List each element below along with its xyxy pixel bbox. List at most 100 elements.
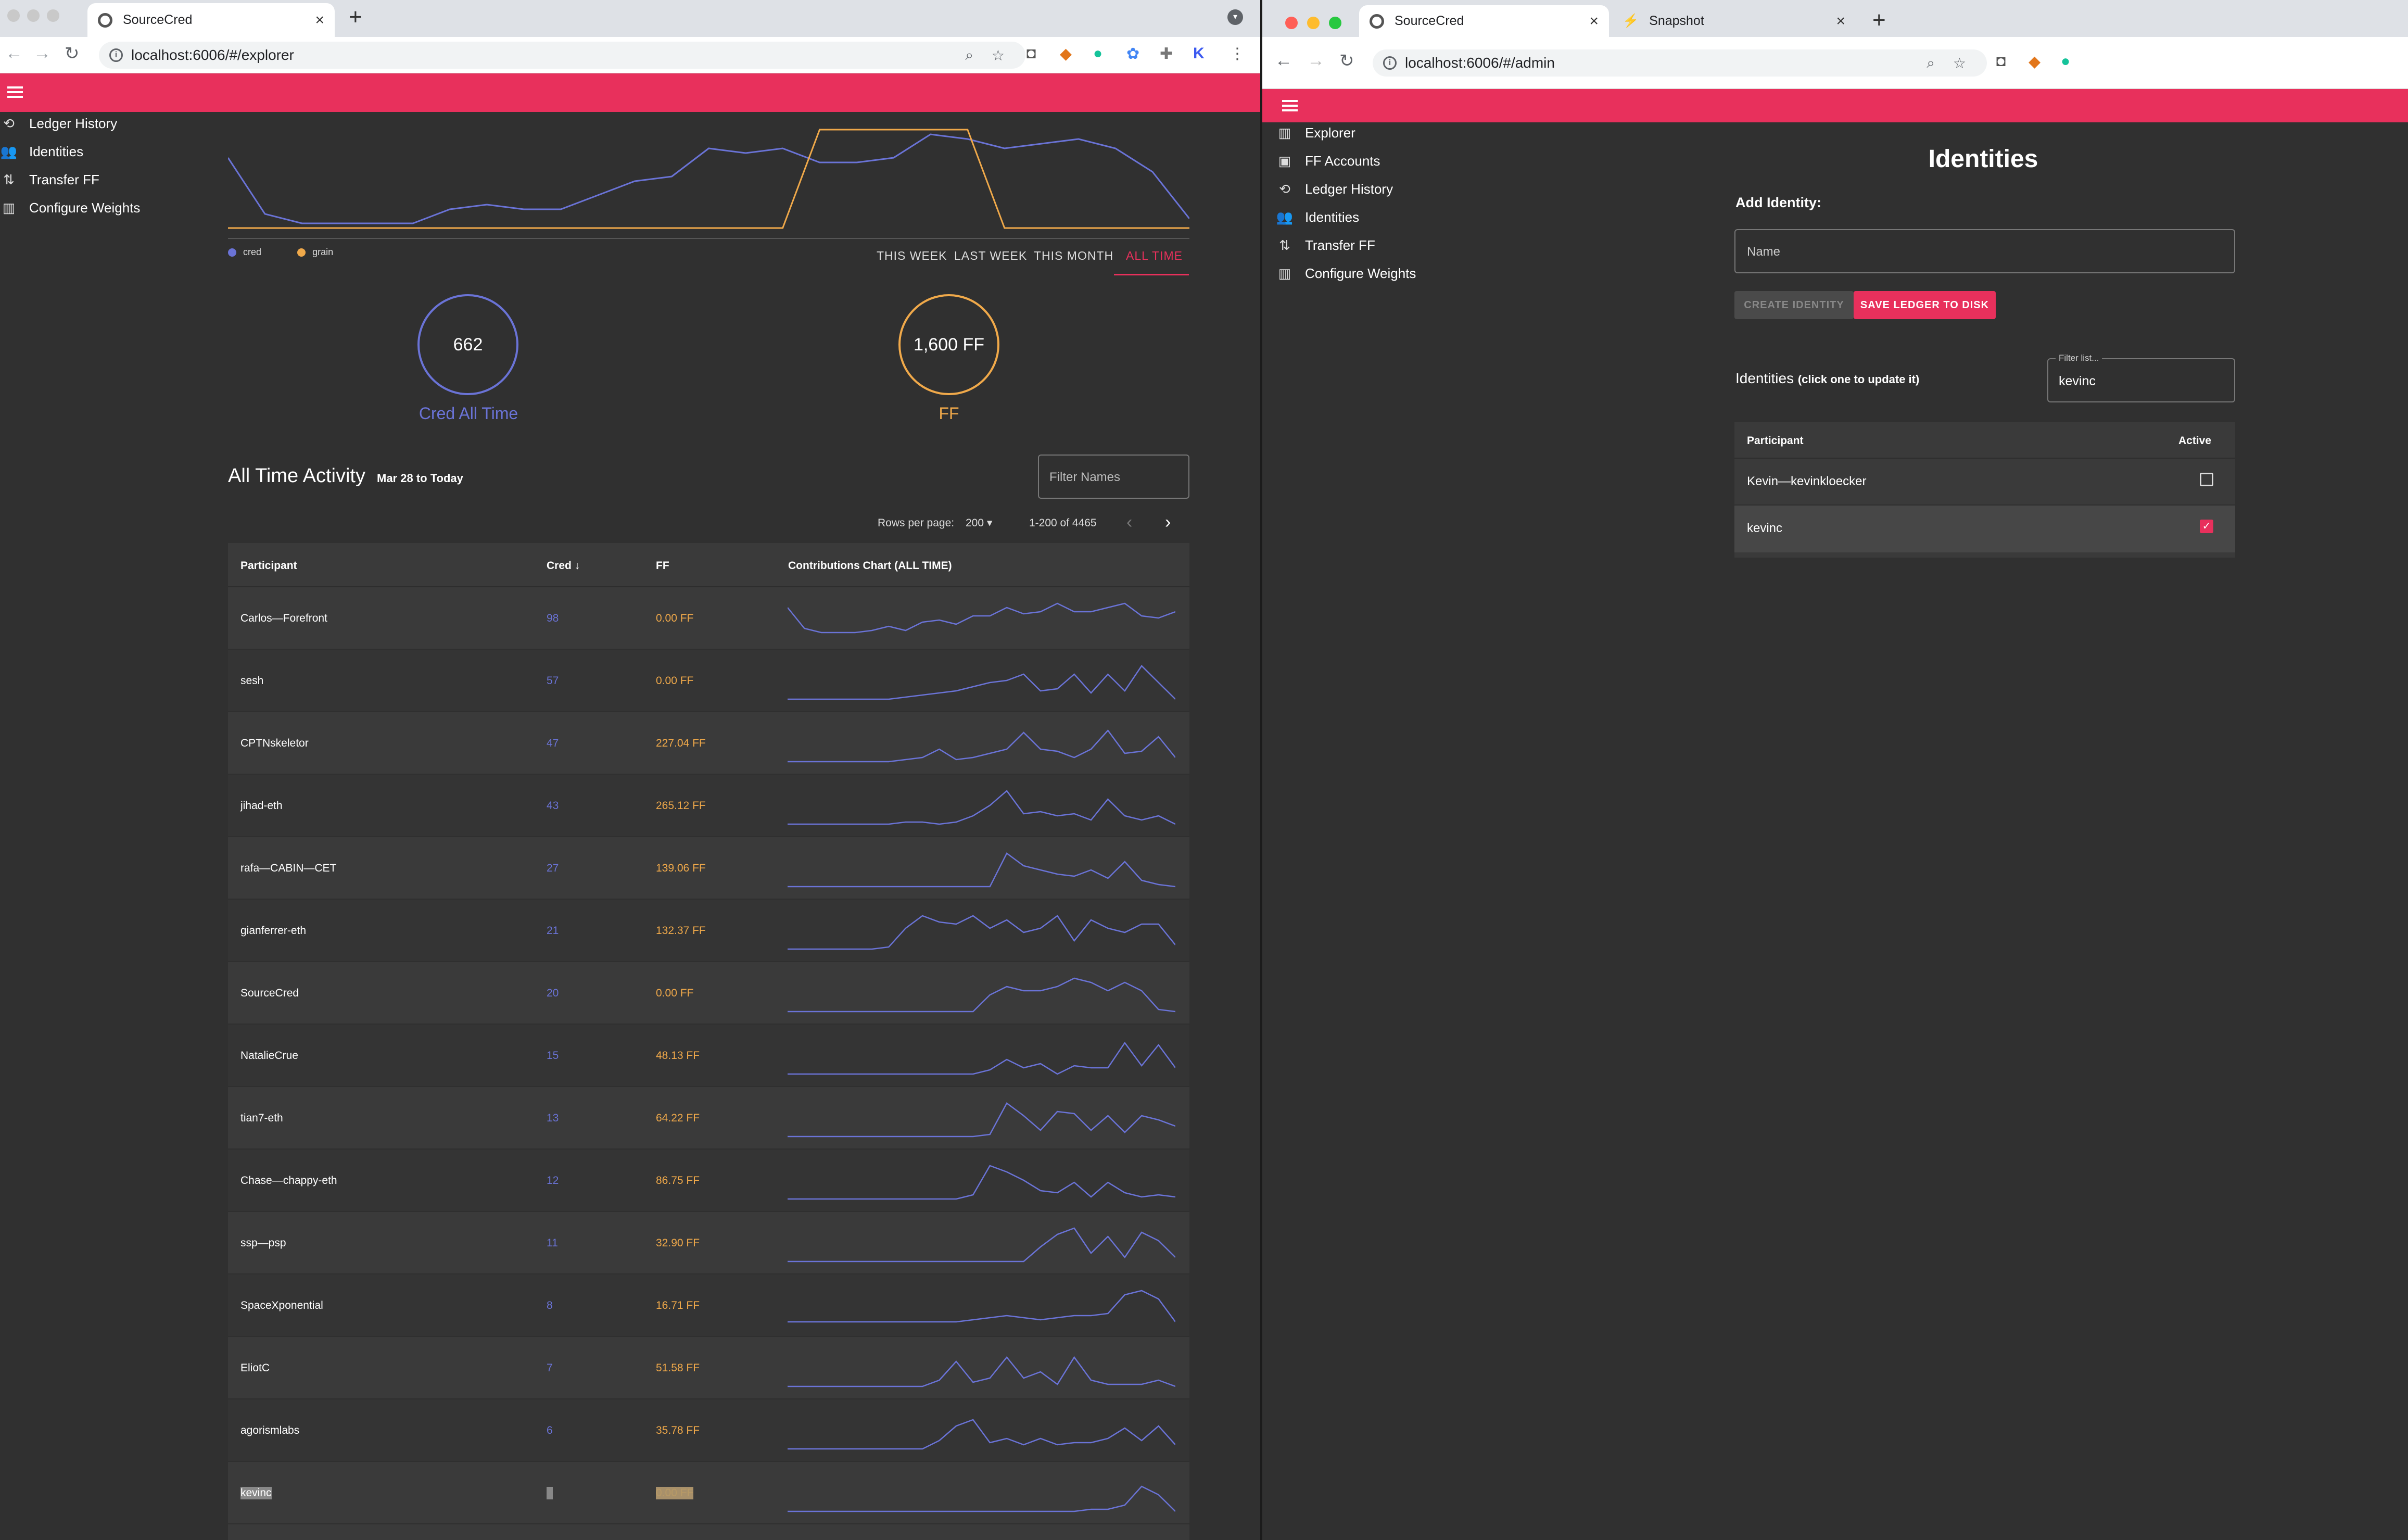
identity-name-input[interactable]: Name xyxy=(1734,229,2235,273)
back-icon[interactable]: ← xyxy=(5,43,23,64)
sidebar-item-explorer[interactable]: ▥ Explorer xyxy=(1276,125,1355,141)
new-tab-icon[interactable]: + xyxy=(349,4,362,30)
reload-icon[interactable]: ↻ xyxy=(65,43,80,64)
table-row[interactable]: kevinc ✓ xyxy=(1734,506,2235,552)
sidebar-item-ledger-history[interactable]: ⟲ Ledger History xyxy=(0,116,117,132)
minimize-window-dot[interactable] xyxy=(1307,17,1320,29)
col-ff[interactable]: FF xyxy=(656,560,669,572)
browser-tab-snapshot[interactable]: ⚡ Snapshot × xyxy=(1611,5,1856,37)
sidebar-item-configure-weights[interactable]: ▥ Configure Weights xyxy=(0,200,141,216)
table-row[interactable]: tian7-eth 13 64.22 FF xyxy=(228,1087,1189,1150)
participant-name[interactable]: ssp—psp xyxy=(240,1237,286,1249)
bookmark-star-icon[interactable]: ☆ xyxy=(1953,55,1966,72)
table-row[interactable]: SourceCred 20 0.00 FF xyxy=(228,962,1189,1025)
grammarly-icon[interactable]: ● xyxy=(2061,53,2070,70)
col-cred[interactable]: Cred ↓ xyxy=(547,560,580,572)
table-row[interactable]: ssp—psp 11 32.90 FF xyxy=(228,1212,1189,1274)
table-row[interactable]: gianferrer-eth 21 132.37 FF xyxy=(228,900,1189,962)
site-info-icon[interactable]: i xyxy=(1383,56,1397,70)
filter-names-input[interactable]: Filter Names xyxy=(1038,455,1189,499)
metamask-icon[interactable]: ◆ xyxy=(2029,53,2041,71)
table-row[interactable]: NatalieCrue 15 48.13 FF xyxy=(228,1025,1189,1087)
prev-page-icon[interactable]: ‹ xyxy=(1126,512,1132,533)
tab-search-icon[interactable]: ▾ xyxy=(1227,9,1243,25)
participant-name[interactable]: Carlos—Forefront xyxy=(240,612,327,625)
zoom-window-dot[interactable] xyxy=(1329,17,1341,29)
table-row[interactable]: Chase—chappy-eth 12 86.75 FF xyxy=(228,1150,1189,1212)
extensions-puzzle-icon[interactable]: ✚ xyxy=(1160,45,1173,63)
site-info-icon[interactable]: i xyxy=(109,48,123,62)
close-tab-icon[interactable]: × xyxy=(1836,12,1845,30)
table-row[interactable]: rafa—CABIN—CET 27 139.06 FF xyxy=(228,837,1189,900)
participant-name[interactable]: rafa—CABIN—CET xyxy=(240,862,336,875)
close-window-dot[interactable] xyxy=(7,9,20,22)
tab-this-week[interactable]: THIS WEEK xyxy=(877,249,947,263)
forward-icon[interactable]: → xyxy=(1307,51,1325,71)
bookmark-star-icon[interactable]: ☆ xyxy=(992,47,1005,64)
sidebar-item-ledger-history[interactable]: ⟲ Ledger History xyxy=(1276,181,1393,197)
sidebar-item-transfer-ff[interactable]: ⇅ Transfer FF xyxy=(0,172,99,188)
filter-list-input[interactable]: Filter list... kevinc xyxy=(2047,353,2235,402)
menu-hamburger-icon[interactable] xyxy=(1282,97,1298,113)
col-participant[interactable]: Participant xyxy=(240,560,297,572)
next-page-icon[interactable]: › xyxy=(1165,512,1171,533)
zoom-icon[interactable]: ⌕ xyxy=(965,47,973,64)
participant-name[interactable]: Chase—chappy-eth xyxy=(240,1175,337,1187)
metamask-icon[interactable]: ◆ xyxy=(1060,45,1072,63)
grammarly-icon[interactable]: ● xyxy=(1093,45,1102,62)
chrome-menu-icon[interactable]: ⋮ xyxy=(1230,45,1245,63)
participant-name[interactable]: EliotC xyxy=(240,1362,270,1374)
sidebar-item-configure-weights[interactable]: ▥ Configure Weights xyxy=(1276,266,1416,282)
forward-icon[interactable]: → xyxy=(33,43,51,64)
tab-last-week[interactable]: LAST WEEK xyxy=(954,249,1027,263)
sidebar-item-identities[interactable]: 👥 Identities xyxy=(0,144,83,160)
browser-tab-sourcecred[interactable]: SourceCred × xyxy=(87,3,335,37)
zoom-window-dot[interactable] xyxy=(47,9,59,22)
zoom-icon[interactable]: ⌕ xyxy=(1927,55,1935,72)
table-row[interactable]: EliotC 7 51.58 FF xyxy=(228,1337,1189,1399)
table-row[interactable]: CPTNskeletor 47 227.04 FF xyxy=(228,712,1189,775)
table-row[interactable]: sesh 57 0.00 FF xyxy=(228,650,1189,712)
participant-name[interactable]: SpaceXponential xyxy=(240,1299,323,1312)
active-checkbox[interactable] xyxy=(2200,473,2213,486)
create-identity-button[interactable]: CREATE IDENTITY xyxy=(1734,291,1854,319)
minimize-window-dot[interactable] xyxy=(27,9,40,22)
back-icon[interactable]: ← xyxy=(1275,51,1292,71)
browser-tab-sourcecred[interactable]: SourceCred × xyxy=(1359,5,1609,37)
close-tab-icon[interactable]: × xyxy=(1589,12,1599,30)
participant-name[interactable]: sesh xyxy=(240,675,263,687)
table-row[interactable]: agorismlabs 6 35.78 FF xyxy=(228,1399,1189,1462)
color-extension-icon[interactable]: ✿ xyxy=(1126,45,1139,63)
table-row[interactable]: SpaceXponential 8 16.71 FF xyxy=(228,1274,1189,1337)
table-row[interactable]: jihad-eth 43 265.12 FF xyxy=(228,775,1189,837)
participant-name[interactable]: SourceCred xyxy=(240,987,299,1000)
participant-name[interactable]: gianferrer-eth xyxy=(240,925,306,937)
participant-name[interactable]: agorismlabs xyxy=(240,1424,299,1437)
reload-icon[interactable]: ↻ xyxy=(1339,51,1354,71)
table-row[interactable]: Carlos—Forefront 98 0.00 FF xyxy=(228,587,1189,650)
participant-name[interactable]: kevinc xyxy=(240,1487,272,1499)
pocket-icon[interactable]: ◘ xyxy=(1996,53,2006,70)
active-checkbox-checked[interactable]: ✓ xyxy=(2200,520,2213,533)
participant-name[interactable]: NatalieCrue xyxy=(240,1050,298,1062)
address-bar[interactable]: i localhost:6006/#/admin ⌕ ☆ xyxy=(1373,49,1987,77)
sidebar-item-ff-accounts[interactable]: ▣ FF Accounts xyxy=(1276,153,1380,169)
close-window-dot[interactable] xyxy=(1285,17,1298,29)
close-tab-icon[interactable]: × xyxy=(315,11,324,29)
sidebar-item-transfer-ff[interactable]: ⇅ Transfer FF xyxy=(1276,237,1375,254)
menu-hamburger-icon[interactable] xyxy=(7,84,23,99)
tab-all-time[interactable]: ALL TIME xyxy=(1126,249,1183,263)
k-extension-icon[interactable]: K xyxy=(1193,45,1205,62)
rows-per-page-select[interactable]: 200 ▾ xyxy=(966,516,992,529)
pocket-icon[interactable]: ◘ xyxy=(1026,45,1036,62)
table-row[interactable]: kevinc 1 0.00 FF xyxy=(228,1462,1189,1524)
new-tab-icon[interactable]: + xyxy=(1872,7,1886,33)
participant-name[interactable]: tian7-eth xyxy=(240,1112,283,1125)
address-bar[interactable]: i localhost:6006/#/explorer ⌕ ☆ xyxy=(99,42,1025,69)
table-row[interactable]: Kevin—kevinkloecker xyxy=(1734,459,2235,506)
tab-this-month[interactable]: THIS MONTH xyxy=(1034,249,1113,263)
save-ledger-button[interactable]: SAVE LEDGER TO DISK xyxy=(1854,291,1996,319)
sidebar-item-identities[interactable]: 👥 Identities xyxy=(1276,209,1359,225)
participant-name[interactable]: jihad-eth xyxy=(240,800,283,812)
participant-name[interactable]: CPTNskeletor xyxy=(240,737,309,750)
